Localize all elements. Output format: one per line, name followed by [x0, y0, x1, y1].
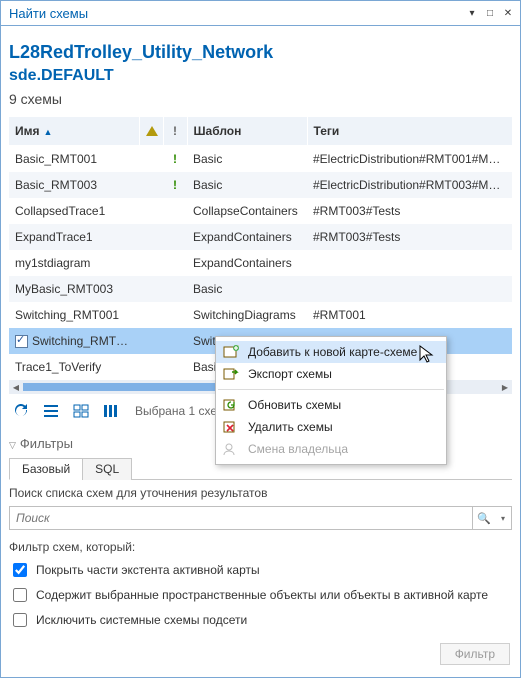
- chevron-down-icon: ▽: [9, 440, 16, 450]
- ctx-change-owner: Смена владельца: [216, 438, 446, 460]
- scroll-left-icon[interactable]: ◀: [9, 380, 23, 394]
- count-label: 9 схемы: [9, 91, 512, 107]
- filter-button[interactable]: Фильтр: [440, 643, 510, 665]
- search-dropdown[interactable]: ▾: [495, 507, 511, 529]
- chk-contain-row[interactable]: Содержит выбранные пространственные объе…: [9, 585, 512, 605]
- search-button[interactable]: 🔍: [472, 507, 495, 529]
- close-icon[interactable]: ✕: [500, 6, 516, 20]
- export-icon: [222, 366, 240, 382]
- refresh-icon: [13, 403, 29, 419]
- view-columns-button[interactable]: [99, 400, 123, 422]
- ctx-export-label: Экспорт схемы: [248, 367, 332, 381]
- table-row[interactable]: CollapsedTrace1CollapseContainers#RMT003…: [9, 198, 512, 224]
- view-list-button[interactable]: [39, 400, 63, 422]
- list-icon: [43, 404, 59, 418]
- ctx-add-label: Добавить к новой карте-схеме: [248, 345, 417, 359]
- ctx-delete-label: Удалить схемы: [248, 420, 333, 434]
- ctx-separator: [218, 389, 444, 390]
- col-name[interactable]: Имя▲: [9, 117, 139, 146]
- col-exclaim[interactable]: !: [163, 117, 187, 146]
- chk-exclude-row[interactable]: Исключить системные схемы подсети: [9, 610, 512, 630]
- ctx-update-label: Обновить схемы: [248, 398, 341, 412]
- refresh-button[interactable]: [9, 400, 33, 422]
- table-row[interactable]: ExpandTrace1ExpandContainers#RMT003#Test…: [9, 224, 512, 250]
- warning-icon: [146, 126, 158, 136]
- tab-basic[interactable]: Базовый: [9, 458, 83, 480]
- delete-icon: [222, 419, 240, 435]
- ctx-export[interactable]: Экспорт схемы: [216, 363, 446, 385]
- chk-exclude[interactable]: [13, 613, 27, 627]
- chk-extent-label: Покрыть части экстента активной карты: [36, 563, 260, 577]
- table-row[interactable]: Basic_RMT003!Basic#ElectricDistribution#…: [9, 172, 512, 198]
- row-checkbox-icon[interactable]: [15, 335, 28, 348]
- filter-which-label: Фильтр схем, который:: [9, 540, 512, 554]
- owner-icon: [222, 441, 240, 457]
- owner-label: sde.DEFAULT: [9, 67, 512, 85]
- search-input[interactable]: [10, 511, 472, 525]
- table-row[interactable]: Basic_RMT001!Basic#ElectricDistribution#…: [9, 146, 512, 173]
- col-tags[interactable]: Теги: [307, 117, 512, 146]
- titlebar: Найти схемы ▾ □ ✕: [1, 1, 520, 26]
- add-map-icon: [222, 344, 240, 360]
- scroll-right-icon[interactable]: ▶: [498, 380, 512, 394]
- context-menu: Добавить к новой карте-схеме Экспорт схе…: [215, 336, 447, 465]
- window-title: Найти схемы: [9, 6, 88, 21]
- chk-exclude-label: Исключить системные схемы подсети: [36, 613, 247, 627]
- col-warning[interactable]: [139, 117, 163, 146]
- search-icon: 🔍: [477, 512, 491, 525]
- col-template[interactable]: Шаблон: [187, 117, 307, 146]
- maximize-icon[interactable]: □: [482, 6, 498, 20]
- chk-contain[interactable]: [13, 588, 27, 602]
- columns-icon: [103, 404, 119, 418]
- ctx-delete[interactable]: Удалить схемы: [216, 416, 446, 438]
- tab-sql[interactable]: SQL: [82, 458, 132, 480]
- table-row[interactable]: MyBasic_RMT003Basic: [9, 276, 512, 302]
- grid-icon: [73, 404, 89, 418]
- ctx-update[interactable]: Обновить схемы: [216, 394, 446, 416]
- search-input-wrap: 🔍 ▾: [9, 506, 512, 530]
- network-name: L28RedTrolley_Utility_Network: [9, 42, 512, 63]
- update-icon: [222, 397, 240, 413]
- ctx-owner-label: Смена владельца: [248, 442, 348, 456]
- table-row[interactable]: Switching_RMT001SwitchingDiagrams#RMT001: [9, 302, 512, 328]
- ctx-add-new-map[interactable]: Добавить к новой карте-схеме: [216, 341, 446, 363]
- chk-extent-row[interactable]: Покрыть части экстента активной карты: [9, 560, 512, 580]
- chk-contain-label: Содержит выбранные пространственные объе…: [36, 588, 488, 602]
- table-row[interactable]: my1stdiagramExpandContainers: [9, 250, 512, 276]
- search-label: Поиск списка схем для уточнения результа…: [9, 486, 512, 500]
- view-grid-button[interactable]: [69, 400, 93, 422]
- dropdown-icon[interactable]: ▾: [464, 6, 480, 20]
- chk-extent[interactable]: [13, 563, 27, 577]
